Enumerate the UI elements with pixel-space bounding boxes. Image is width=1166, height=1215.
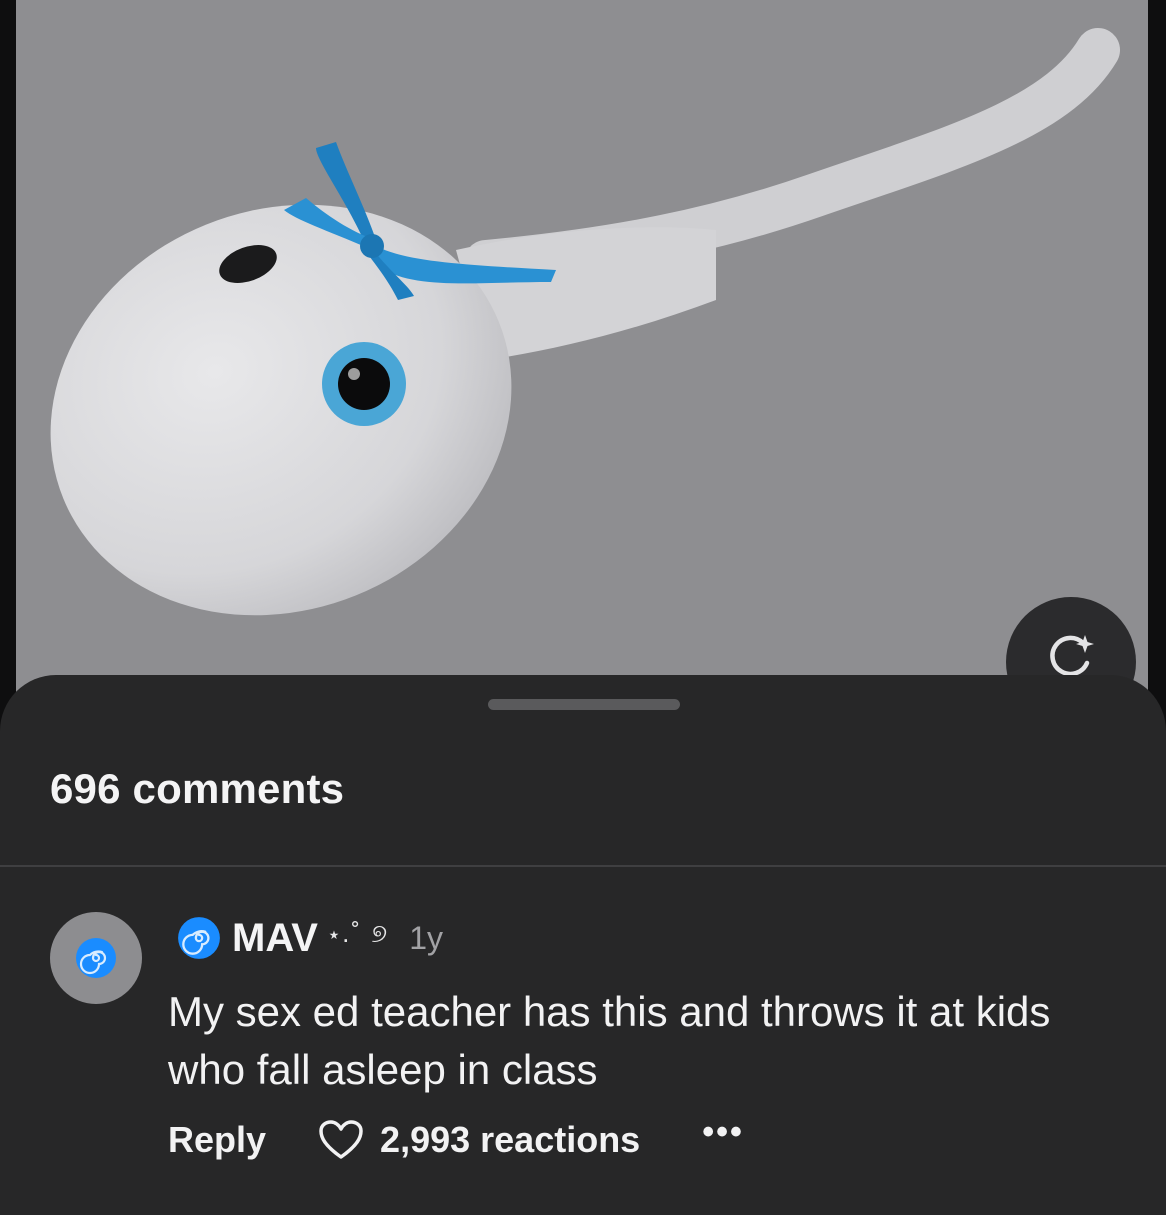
- reactions-count[interactable]: 2,993 reactions: [380, 1119, 640, 1161]
- comment-header: MAV ⋆.˚ ୭ 1y: [176, 915, 443, 961]
- divider: [0, 865, 1166, 867]
- reply-button[interactable]: Reply: [168, 1119, 266, 1161]
- comments-sheet: 696 comments MAV ⋆.˚ ୭ 1y My sex ed teac…: [0, 675, 1166, 1215]
- comment-text: My sex ed teacher has this and throws it…: [168, 988, 1051, 1093]
- comment-actions: Reply 2,993 reactions •••: [168, 1113, 744, 1161]
- post-image[interactable]: [16, 0, 1148, 700]
- username-decoration: ⋆.˚ ୭: [327, 918, 390, 948]
- more-options-button[interactable]: •••: [702, 1113, 744, 1152]
- drag-handle[interactable]: [488, 699, 680, 710]
- sparkle-refresh-icon: [1050, 635, 1094, 677]
- comment-timestamp: 1y: [409, 919, 443, 956]
- avatar[interactable]: [50, 912, 142, 1004]
- comment-count: 696 comments: [50, 765, 345, 812]
- username[interactable]: MAV: [232, 916, 318, 961]
- spiral-icon: [76, 938, 116, 978]
- heart-icon[interactable]: [318, 1119, 364, 1161]
- spiral-icon: [178, 917, 220, 959]
- plush-toy-illustration: [50, 28, 1120, 616]
